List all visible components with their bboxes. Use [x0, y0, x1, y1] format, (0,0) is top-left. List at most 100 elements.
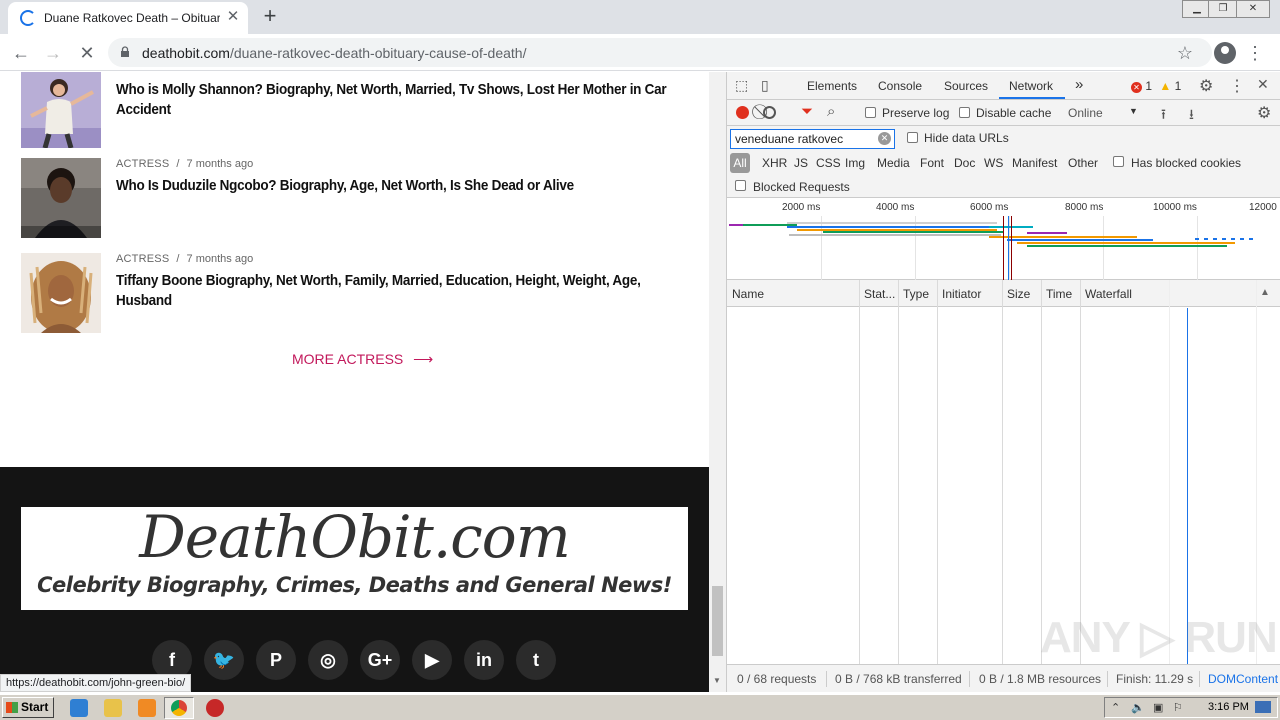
- footer-logo-banner[interactable]: DeathObit.com Celebrity Biography, Crime…: [21, 503, 688, 610]
- filter-type-font[interactable]: Font: [920, 156, 944, 170]
- browser-tab[interactable]: Duane Ratkovec Death – Obituary, Cause o…: [8, 2, 248, 34]
- instagram-icon[interactable]: ◎: [308, 640, 348, 680]
- window-close-button[interactable]: ✕: [1236, 0, 1270, 18]
- network-icon[interactable]: ▣: [1153, 701, 1163, 714]
- url-path: /duane-ratkovec-death-obituary-cause-of-…: [229, 45, 527, 61]
- security-tool-icon[interactable]: [206, 699, 224, 717]
- forward-arrow-icon[interactable]: →: [40, 40, 66, 66]
- address-bar[interactable]: deathobit.com/duane-ratkovec-death-obitu…: [108, 38, 1212, 67]
- new-tab-button[interactable]: +: [258, 5, 282, 29]
- article-item[interactable]: ACTRESS / 7 months ago Tiffany Boone Bio…: [21, 253, 691, 333]
- overview-bar: [787, 222, 997, 224]
- youtube-icon[interactable]: ▶: [412, 640, 452, 680]
- record-icon[interactable]: [736, 106, 749, 119]
- export-har-icon[interactable]: ⭳: [1189, 104, 1194, 128]
- error-count-badge[interactable]: ✕ 1 ▲ 1: [1131, 79, 1181, 93]
- filter-type-js[interactable]: JS: [794, 156, 808, 170]
- article-thumbnail[interactable]: [21, 72, 101, 148]
- more-tabs-icon[interactable]: »: [1075, 76, 1083, 93]
- article-item[interactable]: Who is Molly Shannon? Biography, Net Wor…: [21, 72, 691, 148]
- network-settings-gear-icon[interactable]: ⚙: [1257, 103, 1271, 123]
- filter-type-doc[interactable]: Doc: [954, 156, 975, 170]
- column-name[interactable]: Name: [732, 287, 764, 301]
- profile-avatar-icon[interactable]: [1214, 42, 1236, 64]
- start-button[interactable]: Start: [2, 697, 54, 718]
- column-waterfall[interactable]: Waterfall: [1085, 287, 1132, 301]
- stop-loading-icon[interactable]: ✕: [74, 40, 100, 66]
- filter-type-xhr[interactable]: XHR: [762, 156, 787, 170]
- tumblr-icon[interactable]: t: [516, 640, 556, 680]
- column-size[interactable]: Size: [1007, 287, 1030, 301]
- back-arrow-icon[interactable]: ←: [8, 40, 34, 66]
- search-icon[interactable]: ⌕: [827, 103, 835, 120]
- preserve-log-checkbox[interactable]: [865, 107, 876, 118]
- more-actress-link[interactable]: MORE ACTRESS ⟶: [292, 351, 433, 368]
- tab-console[interactable]: Console: [878, 79, 922, 93]
- column-type[interactable]: Type: [903, 287, 929, 301]
- show-desktop-icon[interactable]: [1255, 701, 1271, 713]
- sort-arrow-icon[interactable]: ▲: [1260, 287, 1270, 298]
- file-explorer-icon[interactable]: [104, 699, 122, 717]
- throttling-select[interactable]: Online: [1068, 106, 1103, 120]
- filter-type-ws[interactable]: WS: [984, 156, 1003, 170]
- tray-expand-icon[interactable]: ⌃: [1111, 701, 1120, 714]
- filter-type-img[interactable]: Img: [845, 156, 865, 170]
- article-thumbnail[interactable]: [21, 253, 101, 333]
- filter-type-media[interactable]: Media: [877, 156, 910, 170]
- bookmark-star-icon[interactable]: ☆: [1174, 42, 1196, 64]
- device-toolbar-icon[interactable]: ▯: [761, 77, 769, 94]
- filter-type-other[interactable]: Other: [1068, 156, 1098, 170]
- network-summary-bar: 0 / 68 requests 0 B / 768 kB transferred…: [727, 664, 1280, 692]
- pinterest-icon[interactable]: P: [256, 640, 296, 680]
- scroll-down-arrow-icon[interactable]: ▼: [713, 676, 721, 685]
- article-title[interactable]: Who is Molly Shannon? Biography, Net Wor…: [116, 80, 674, 120]
- column-status[interactable]: Stat...: [864, 287, 895, 301]
- blocked-requests-checkbox[interactable]: [735, 180, 746, 191]
- twitter-icon[interactable]: 🐦: [204, 640, 244, 680]
- network-overview-timeline[interactable]: 2000 ms 4000 ms 6000 ms 8000 ms 10000 ms…: [727, 198, 1280, 280]
- has-blocked-cookies-checkbox[interactable]: [1113, 156, 1124, 167]
- article-category[interactable]: ACTRESS: [116, 158, 169, 170]
- article-title[interactable]: Tiffany Boone Biography, Net Worth, Fami…: [116, 271, 674, 311]
- article-thumbnail[interactable]: [21, 158, 101, 238]
- volume-icon[interactable]: 🔈: [1131, 701, 1145, 714]
- chrome-taskbar-button[interactable]: [164, 697, 194, 719]
- chevron-down-icon[interactable]: ▼: [1129, 106, 1138, 116]
- restore-button[interactable]: ❐: [1208, 0, 1238, 18]
- import-har-icon[interactable]: ⭱: [1161, 104, 1166, 128]
- article-item[interactable]: ACTRESS / 7 months ago Who Is Duduzile N…: [21, 158, 691, 238]
- filter-type-css[interactable]: CSS: [816, 156, 841, 170]
- column-time[interactable]: Time: [1046, 287, 1072, 301]
- filter-funnel-icon[interactable]: ⏷: [801, 103, 813, 120]
- settings-gear-icon[interactable]: ⚙: [1199, 76, 1213, 96]
- filter-type-manifest[interactable]: Manifest: [1012, 156, 1057, 170]
- article-category[interactable]: ACTRESS: [116, 253, 169, 265]
- inspect-element-icon[interactable]: ⬚: [735, 77, 748, 94]
- page-scrollbar[interactable]: ▼: [709, 72, 726, 692]
- clear-log-icon[interactable]: [763, 106, 776, 119]
- error-icon: ✕: [1131, 82, 1142, 93]
- flag-icon[interactable]: ⚐: [1173, 701, 1183, 714]
- internet-explorer-icon[interactable]: [70, 699, 88, 717]
- hide-data-urls-checkbox[interactable]: [907, 132, 918, 143]
- browser-menu-icon[interactable]: ⋮: [1244, 42, 1266, 64]
- close-devtools-icon[interactable]: ✕: [1257, 76, 1269, 93]
- filter-input[interactable]: [730, 129, 895, 149]
- article-meta: ACTRESS / 7 months ago: [116, 253, 253, 265]
- tab-elements[interactable]: Elements: [807, 79, 857, 93]
- tab-network[interactable]: Network: [1009, 79, 1053, 93]
- tab-close-icon[interactable]: ✕: [224, 8, 242, 26]
- tab-strip: Duane Ratkovec Death – Obituary, Cause o…: [0, 0, 1280, 34]
- article-title[interactable]: Who Is Duduzile Ngcobo? Biography, Age, …: [116, 176, 674, 196]
- clear-filter-icon[interactable]: ✕: [878, 132, 891, 145]
- tab-sources[interactable]: Sources: [944, 79, 988, 93]
- google-plus-icon[interactable]: G+: [360, 640, 400, 680]
- disable-cache-checkbox[interactable]: [959, 107, 970, 118]
- scrollbar-thumb[interactable]: [712, 586, 723, 656]
- column-initiator[interactable]: Initiator: [942, 287, 981, 301]
- media-player-icon[interactable]: [138, 699, 156, 717]
- linkedin-icon[interactable]: in: [464, 640, 504, 680]
- filter-type-all[interactable]: All: [730, 153, 750, 173]
- devtools-menu-icon[interactable]: ⋮: [1229, 76, 1245, 96]
- blocked-requests-label: Blocked Requests: [753, 180, 850, 194]
